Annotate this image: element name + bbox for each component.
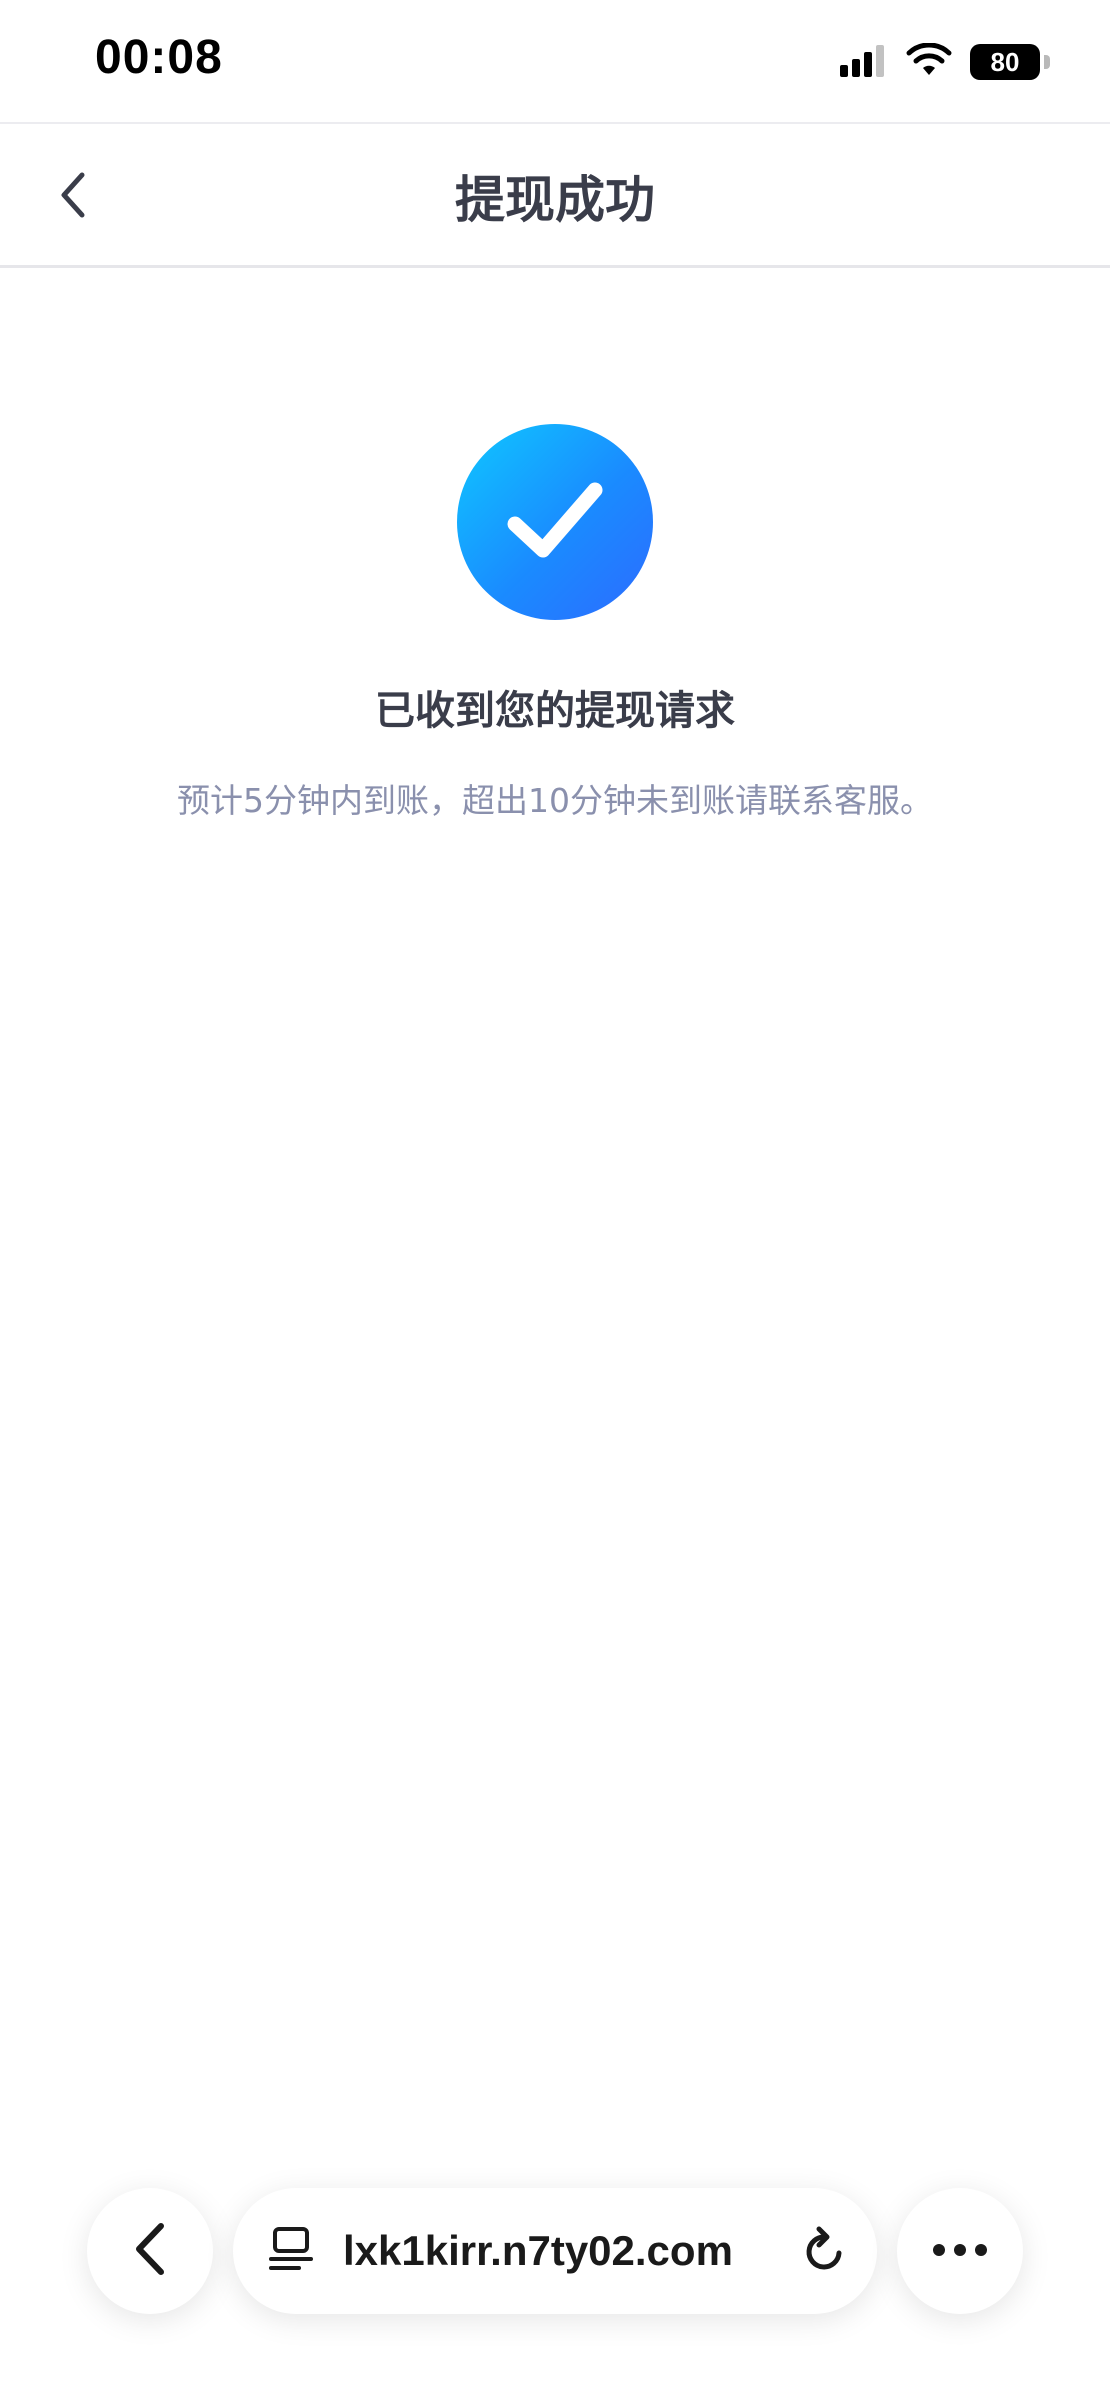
address-bar[interactable]: lxk1kirr.n7ty02.com xyxy=(233,2188,877,2314)
browser-back-button[interactable] xyxy=(87,2188,213,2314)
reload-icon[interactable] xyxy=(803,2225,847,2277)
wifi-icon xyxy=(906,42,952,81)
status-icons: 80 xyxy=(840,38,1050,86)
page-header: 提现成功 xyxy=(0,122,1110,268)
cellular-signal-icon xyxy=(840,43,888,81)
chevron-left-icon xyxy=(133,2222,167,2280)
status-bar: 00:08 80 xyxy=(0,0,1110,122)
status-time: 00:08 xyxy=(95,31,223,84)
page-title: 提现成功 xyxy=(455,171,655,229)
battery-level: 80 xyxy=(990,46,1020,77)
url-text[interactable]: lxk1kirr.n7ty02.com xyxy=(343,2227,803,2275)
result-title: 已收到您的提现请求 xyxy=(375,688,735,734)
tabs-icon[interactable] xyxy=(269,2226,313,2276)
more-dots-icon xyxy=(932,2242,988,2261)
battery-nub xyxy=(1044,55,1050,69)
checkmark-circle-icon xyxy=(457,424,653,620)
result-description: 预计5分钟内到账，超出10分钟未到账请联系客服。 xyxy=(177,781,933,820)
battery-indicator: 80 xyxy=(970,44,1050,80)
more-button[interactable] xyxy=(897,2188,1023,2314)
